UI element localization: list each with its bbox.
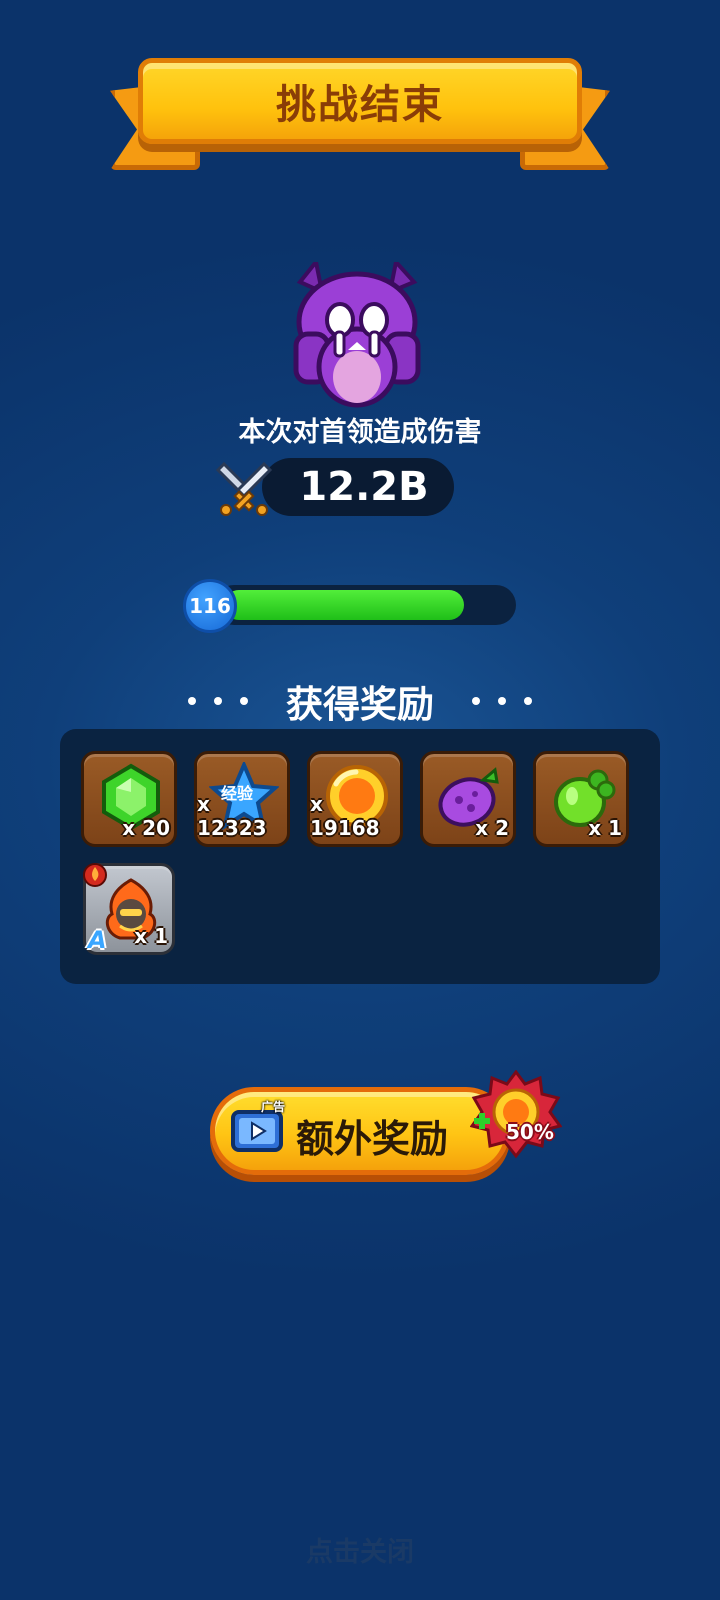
reward-qty: x 19168 [310, 792, 380, 840]
reward-qty: x 1 [134, 924, 168, 948]
title-banner: 挑战结束 [110, 58, 610, 178]
left-dots [188, 697, 248, 705]
reward-qty: x 2 [475, 816, 509, 840]
reward-slot-eggplant[interactable]: x 2 [420, 751, 516, 847]
reward-slot-exp[interactable]: 经验 x 12323 [194, 751, 290, 847]
rewards-header: 获得奖励 [0, 676, 720, 726]
banner-plate: 挑战结束 [138, 58, 582, 144]
damage-value: 12.2B [299, 464, 429, 510]
banner-title: 挑战结束 [276, 82, 444, 128]
rewards-panel: x 20 经验 x 12323 x 19168 x 2 x 1 A x 1 [60, 729, 660, 984]
reward-qty: x 12323 [197, 792, 267, 840]
reward-qty: x 1 [588, 816, 622, 840]
extra-reward-label: 额外奖励 [296, 1117, 449, 1161]
reward-slot-coin[interactable]: x 19168 [307, 751, 403, 847]
tap-to-close-hint[interactable]: 点击关闭 [0, 1530, 720, 1569]
level-number: 116 [189, 594, 231, 618]
level-badge: 116 [183, 579, 237, 633]
reward-slot-hero[interactable]: A x 1 [83, 863, 175, 955]
damage-label: 本次对首领造成伤害 [238, 417, 482, 448]
crossed-swords-icon [215, 461, 273, 516]
right-dots [472, 697, 532, 705]
reward-slot-gem[interactable]: x 20 [81, 751, 177, 847]
damage-display: 12.2B [262, 458, 454, 516]
fire-element-icon [83, 863, 107, 887]
bonus-percent: 50% [506, 1120, 554, 1144]
ad-tag: 广告 [261, 1100, 286, 1114]
hero-rank: A [88, 926, 107, 954]
bonus-coin-badge-icon [470, 1070, 562, 1159]
rewards-title: 获得奖励 [286, 683, 434, 726]
boss-monster-icon [293, 262, 421, 408]
reward-slot-fruit[interactable]: x 1 [533, 751, 629, 847]
level-progress-fill [224, 590, 464, 620]
reward-qty: x 20 [122, 816, 170, 840]
